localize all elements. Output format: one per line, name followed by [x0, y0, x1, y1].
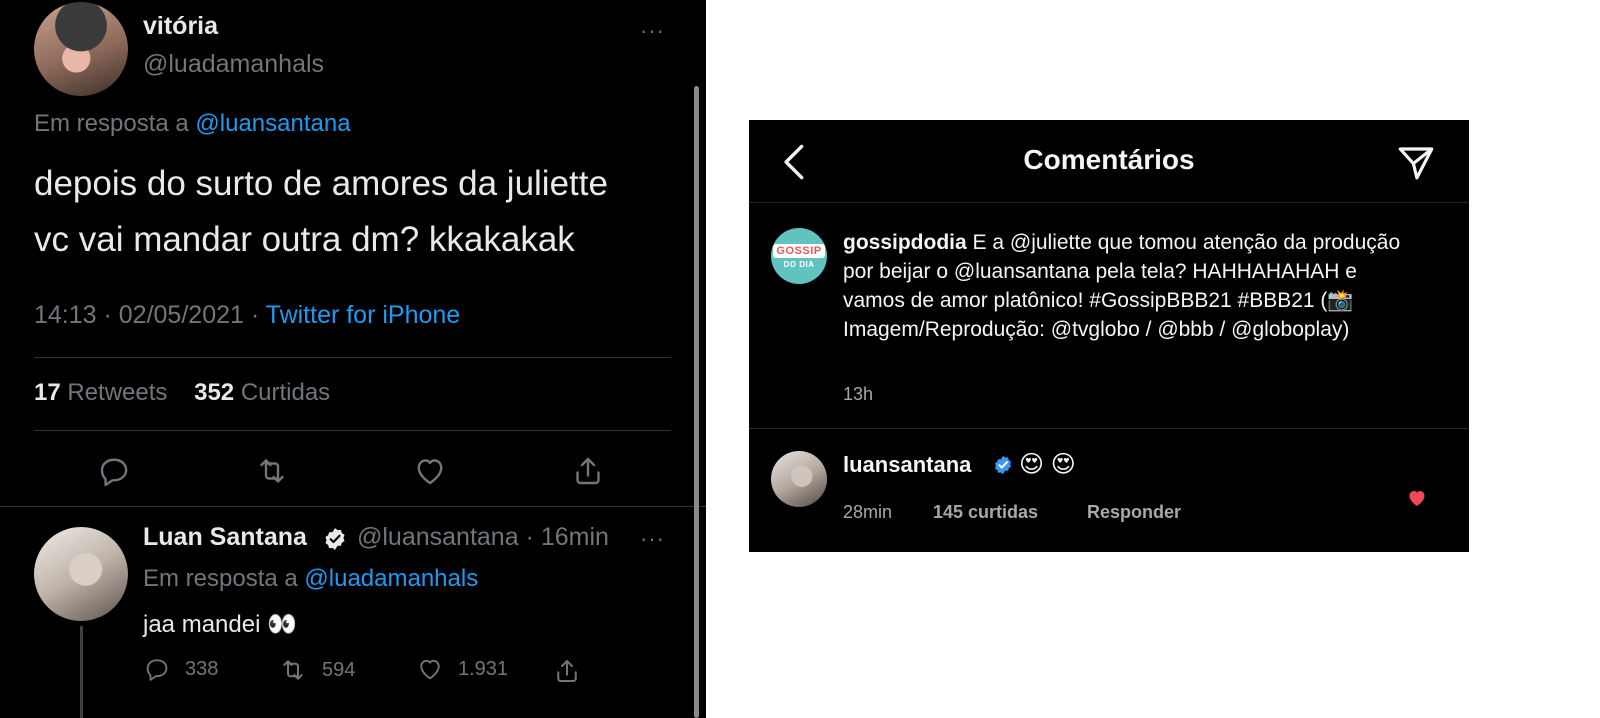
scrollbar[interactable]	[694, 86, 699, 718]
like-icon[interactable]	[412, 453, 448, 489]
thread-line	[80, 626, 83, 718]
divider	[34, 430, 671, 431]
more-options-icon[interactable]: ···	[640, 18, 665, 44]
tweet-text-line: vc vai mandar outra dm? kkakakak	[34, 220, 575, 259]
logo-text: DO DIA	[783, 259, 815, 269]
username[interactable]: luansantana	[843, 452, 971, 478]
divider	[749, 428, 1469, 429]
retweet-count: 594	[322, 658, 356, 681]
tweet-timestamp[interactable]: 14:13 · 02/05/2021 ·	[34, 301, 259, 329]
reply-prefix: Em resposta a	[143, 565, 298, 592]
like-icon	[420, 659, 440, 680]
send-icon[interactable]	[1395, 142, 1437, 184]
reply-text: jaa mandei 👀	[143, 611, 297, 638]
reply-count: 338	[185, 657, 219, 680]
reply-icon	[146, 659, 168, 681]
display-name[interactable]: vitória	[143, 12, 218, 41]
reply-mention-link[interactable]: @luansantana	[195, 110, 350, 137]
likes-label: Curtidas	[240, 379, 331, 406]
comment-timestamp: 28min	[843, 502, 893, 522]
share-icon[interactable]	[552, 656, 582, 686]
post-timestamp: 13h	[843, 384, 874, 404]
logo-text: GOSSIP	[773, 243, 825, 258]
divider	[0, 506, 706, 507]
more-options-icon[interactable]: ···	[640, 526, 665, 552]
tweet-meta: 14:13 · 02/05/2021 · Twitter for iPhone	[34, 301, 460, 330]
reply-action-retweet[interactable]: 594	[278, 655, 355, 685]
comment-likes-link[interactable]: 145 curtidas	[933, 502, 1038, 523]
reply-icon[interactable]	[96, 453, 132, 489]
reply-context: Em resposta a @luadamanhals	[143, 565, 478, 593]
reply-action-like[interactable]: 1.931	[416, 655, 508, 683]
divider	[34, 357, 671, 358]
tweet-text: depois do surto de amores da juliette vc…	[34, 156, 674, 268]
heart-icon[interactable]	[1405, 486, 1429, 510]
user-handle[interactable]: @luansantana · 16min	[357, 523, 609, 552]
retweets-stat[interactable]: 17 Retweets	[34, 379, 167, 406]
post-caption: gossipdodia E a @juliette que tomou aten…	[843, 228, 1403, 344]
reply-action-reply[interactable]: 338	[143, 655, 218, 683]
instagram-comments-panel: Comentários GOSSIP DO DIA gossipdodia E …	[749, 120, 1469, 552]
retweets-count: 17	[34, 379, 61, 406]
likes-count: 352	[194, 379, 235, 406]
username[interactable]: gossipdodia	[843, 231, 967, 254]
reply-mention-link[interactable]: @luadamanhals	[304, 565, 478, 592]
divider	[749, 202, 1469, 203]
likes-stat[interactable]: 352 Curtidas	[194, 379, 330, 406]
avatar[interactable]: GOSSIP DO DIA	[771, 228, 827, 284]
user-handle[interactable]: @luadamanhals	[143, 50, 324, 79]
reply-context: Em resposta a @luansantana	[34, 110, 351, 138]
twitter-panel: vitória @luadamanhals ··· Em resposta a …	[0, 0, 706, 718]
share-icon[interactable]	[570, 453, 606, 489]
retweets-label: Retweets	[67, 379, 168, 406]
retweet-icon	[283, 660, 303, 680]
reply-button[interactable]: Responder	[1087, 502, 1181, 523]
avatar[interactable]	[34, 527, 128, 621]
avatar[interactable]	[771, 451, 827, 507]
verified-badge-icon	[325, 528, 345, 550]
tweet-stats: 17 Retweets 352 Curtidas	[34, 379, 330, 407]
avatar[interactable]	[34, 2, 128, 96]
like-count: 1.931	[458, 657, 509, 680]
comment-text: 😍 😍	[1019, 451, 1076, 478]
tweet-text-line: depois do surto de amores da juliette	[34, 164, 608, 203]
verified-badge-icon	[994, 455, 1012, 475]
retweet-icon[interactable]	[254, 453, 290, 489]
tweet-source-link[interactable]: Twitter for iPhone	[266, 301, 461, 329]
display-name[interactable]: Luan Santana	[143, 523, 307, 552]
page-title: Comentários	[1023, 144, 1195, 175]
reply-prefix: Em resposta a	[34, 110, 189, 137]
